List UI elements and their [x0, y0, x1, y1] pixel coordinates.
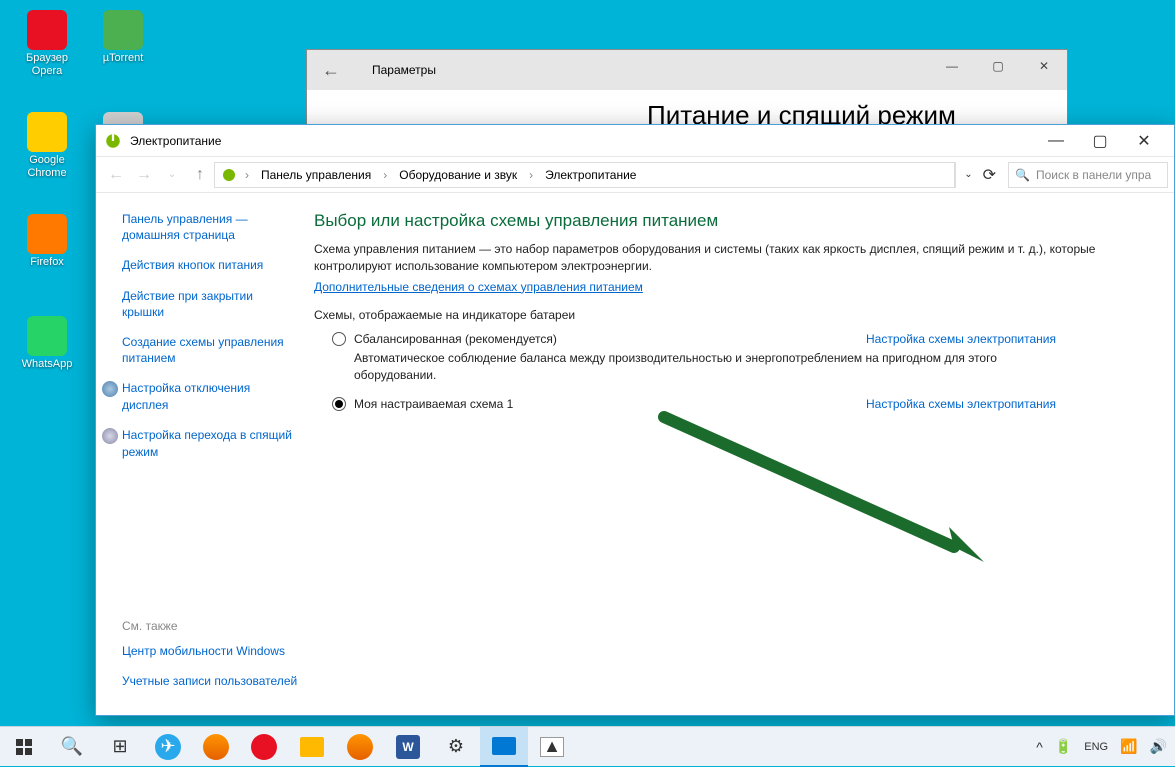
annotation-arrow — [654, 407, 994, 567]
nav-forward-icon[interactable]: → — [130, 166, 158, 184]
tray-language-icon[interactable]: ENG — [1084, 741, 1108, 753]
chevron-right-icon: › — [525, 168, 537, 182]
radio-button[interactable] — [332, 397, 346, 411]
icon-label: µTorrent — [88, 52, 158, 65]
plan-settings-link[interactable]: Настройка схемы электропитания — [866, 397, 1056, 411]
breadcrumb[interactable]: › Панель управления › Оборудование и зву… — [214, 162, 955, 188]
settings-window: ← Параметры — ▢ ✕ Питание и спящий режим — [306, 49, 1068, 134]
chevron-right-icon: › — [241, 168, 253, 182]
desktop-icon[interactable]: WhatsApp — [12, 316, 82, 371]
power-icon — [221, 167, 237, 183]
sidebar-home-link[interactable]: Панель управления — домашняя страница — [122, 211, 298, 243]
monitor-icon — [102, 381, 118, 397]
tray-volume-icon[interactable]: 🔊 — [1150, 738, 1167, 755]
see-also-label: См. также — [122, 619, 298, 633]
moon-icon — [102, 428, 118, 444]
nav-back-icon[interactable]: ← — [102, 166, 130, 184]
minimize-button[interactable]: — — [929, 50, 975, 82]
nav-up-icon[interactable]: ↑ — [186, 166, 214, 184]
refresh-icon[interactable]: ⟳ — [983, 165, 996, 185]
see-also-link[interactable]: Центр мобильности Windows — [122, 643, 298, 659]
search-placeholder: Поиск в панели упра — [1036, 168, 1151, 182]
navbar: ← → ⌄ ↑ › Панель управления › Оборудован… — [96, 157, 1174, 193]
see-also-link[interactable]: Учетные записи пользователей — [122, 673, 298, 689]
power-plan-custom: Моя настраиваемая схема 1 Настройка схем… — [314, 397, 1146, 411]
back-arrow-icon[interactable]: ← — [322, 60, 352, 81]
plan-name[interactable]: Моя настраиваемая схема 1 — [354, 397, 866, 411]
page-title: Выбор или настройка схемы управления пит… — [314, 211, 1146, 231]
search-button[interactable]: 🔍 — [48, 727, 96, 767]
icon-label: WhatsApp — [12, 358, 82, 371]
page-description: Схема управления питанием — это набор па… — [314, 241, 1146, 276]
app-icon — [27, 10, 67, 50]
taskbar: 🔍 ⊞ ✈ W ⚙ ▲ ^ 🔋 ENG 📶 🔊 — [0, 726, 1175, 766]
sidebar-link[interactable]: Создание схемы управления питанием — [122, 334, 298, 366]
tray-battery-icon[interactable]: 🔋 — [1055, 738, 1072, 755]
close-button[interactable]: ✕ — [1122, 127, 1166, 155]
start-button[interactable] — [0, 727, 48, 767]
power-icon — [104, 132, 122, 150]
taskbar-photos[interactable]: ▲ — [528, 727, 576, 767]
tray-wifi-icon[interactable]: 📶 — [1120, 738, 1137, 755]
chevron-down-icon[interactable]: ⌄ — [964, 169, 972, 180]
minimize-button[interactable]: — — [1034, 127, 1078, 155]
tray-chevron-icon[interactable]: ^ — [1036, 739, 1043, 755]
icon-label: Firefox — [12, 256, 82, 269]
maximize-button[interactable]: ▢ — [1078, 127, 1122, 155]
breadcrumb-segment[interactable]: Электропитание — [541, 166, 640, 184]
taskbar-firefox[interactable] — [192, 727, 240, 767]
radio-button[interactable] — [332, 332, 346, 346]
desktop-icon[interactable]: µTorrent — [88, 10, 158, 65]
desktop-icon[interactable]: Firefox — [12, 214, 82, 269]
icon-label: Google Chrome — [12, 154, 82, 180]
icon-label: Браузер Opera — [12, 52, 82, 78]
chevron-right-icon: › — [379, 168, 391, 182]
maximize-button[interactable]: ▢ — [975, 50, 1021, 82]
more-info-link[interactable]: Дополнительные сведения о схемах управле… — [314, 280, 643, 294]
sidebar-link[interactable]: Действия кнопок питания — [122, 257, 298, 273]
nav-dropdown-icon[interactable]: ⌄ — [158, 169, 186, 180]
plan-name[interactable]: Сбалансированная (рекомендуется) — [354, 332, 866, 346]
settings-window-title: Параметры — [372, 63, 436, 77]
app-icon — [27, 112, 67, 152]
taskbar-opera[interactable] — [240, 727, 288, 767]
search-input[interactable]: 🔍 Поиск в панели упра — [1008, 162, 1168, 188]
power-plan-balanced: Сбалансированная (рекомендуется) Настрой… — [314, 332, 1146, 384]
close-button[interactable]: ✕ — [1021, 50, 1067, 82]
sidebar: Панель управления — домашняя страница Де… — [96, 193, 314, 715]
power-titlebar[interactable]: Электропитание — ▢ ✕ — [96, 125, 1174, 157]
app-icon — [27, 316, 67, 356]
app-icon — [27, 214, 67, 254]
power-window-title: Электропитание — [130, 134, 1034, 148]
main-content: Выбор или настройка схемы управления пит… — [314, 193, 1174, 715]
sidebar-link[interactable]: Настройка перехода в спящий режим — [122, 427, 298, 460]
taskbar-control-panel[interactable] — [480, 727, 528, 767]
task-view-button[interactable]: ⊞ — [96, 727, 144, 767]
plan-description: Автоматическое соблюдение баланса между … — [354, 350, 1026, 384]
app-icon — [103, 10, 143, 50]
taskbar-explorer[interactable] — [288, 727, 336, 767]
sidebar-link[interactable]: Действие при закрытии крышки — [122, 288, 298, 320]
desktop-icon[interactable]: Браузер Opera — [12, 10, 82, 78]
settings-titlebar[interactable]: ← Параметры — ▢ ✕ — [307, 50, 1067, 90]
sidebar-link[interactable]: Настройка отключения дисплея — [122, 380, 298, 413]
system-tray: ^ 🔋 ENG 📶 🔊 — [1036, 738, 1175, 755]
taskbar-word[interactable]: W — [384, 727, 432, 767]
taskbar-settings[interactable]: ⚙ — [432, 727, 480, 767]
search-icon: 🔍 — [1015, 168, 1030, 182]
taskbar-firefox2[interactable] — [336, 727, 384, 767]
breadcrumb-segment[interactable]: Панель управления — [257, 166, 375, 184]
power-options-window: Электропитание — ▢ ✕ ← → ⌄ ↑ › Панель уп… — [95, 124, 1175, 716]
section-label: Схемы, отображаемые на индикаторе батаре… — [314, 308, 1146, 322]
breadcrumb-segment[interactable]: Оборудование и звук — [395, 166, 521, 184]
plan-settings-link[interactable]: Настройка схемы электропитания — [866, 332, 1056, 346]
desktop-icon[interactable]: Google Chrome — [12, 112, 82, 180]
taskbar-telegram[interactable]: ✈ — [144, 727, 192, 767]
